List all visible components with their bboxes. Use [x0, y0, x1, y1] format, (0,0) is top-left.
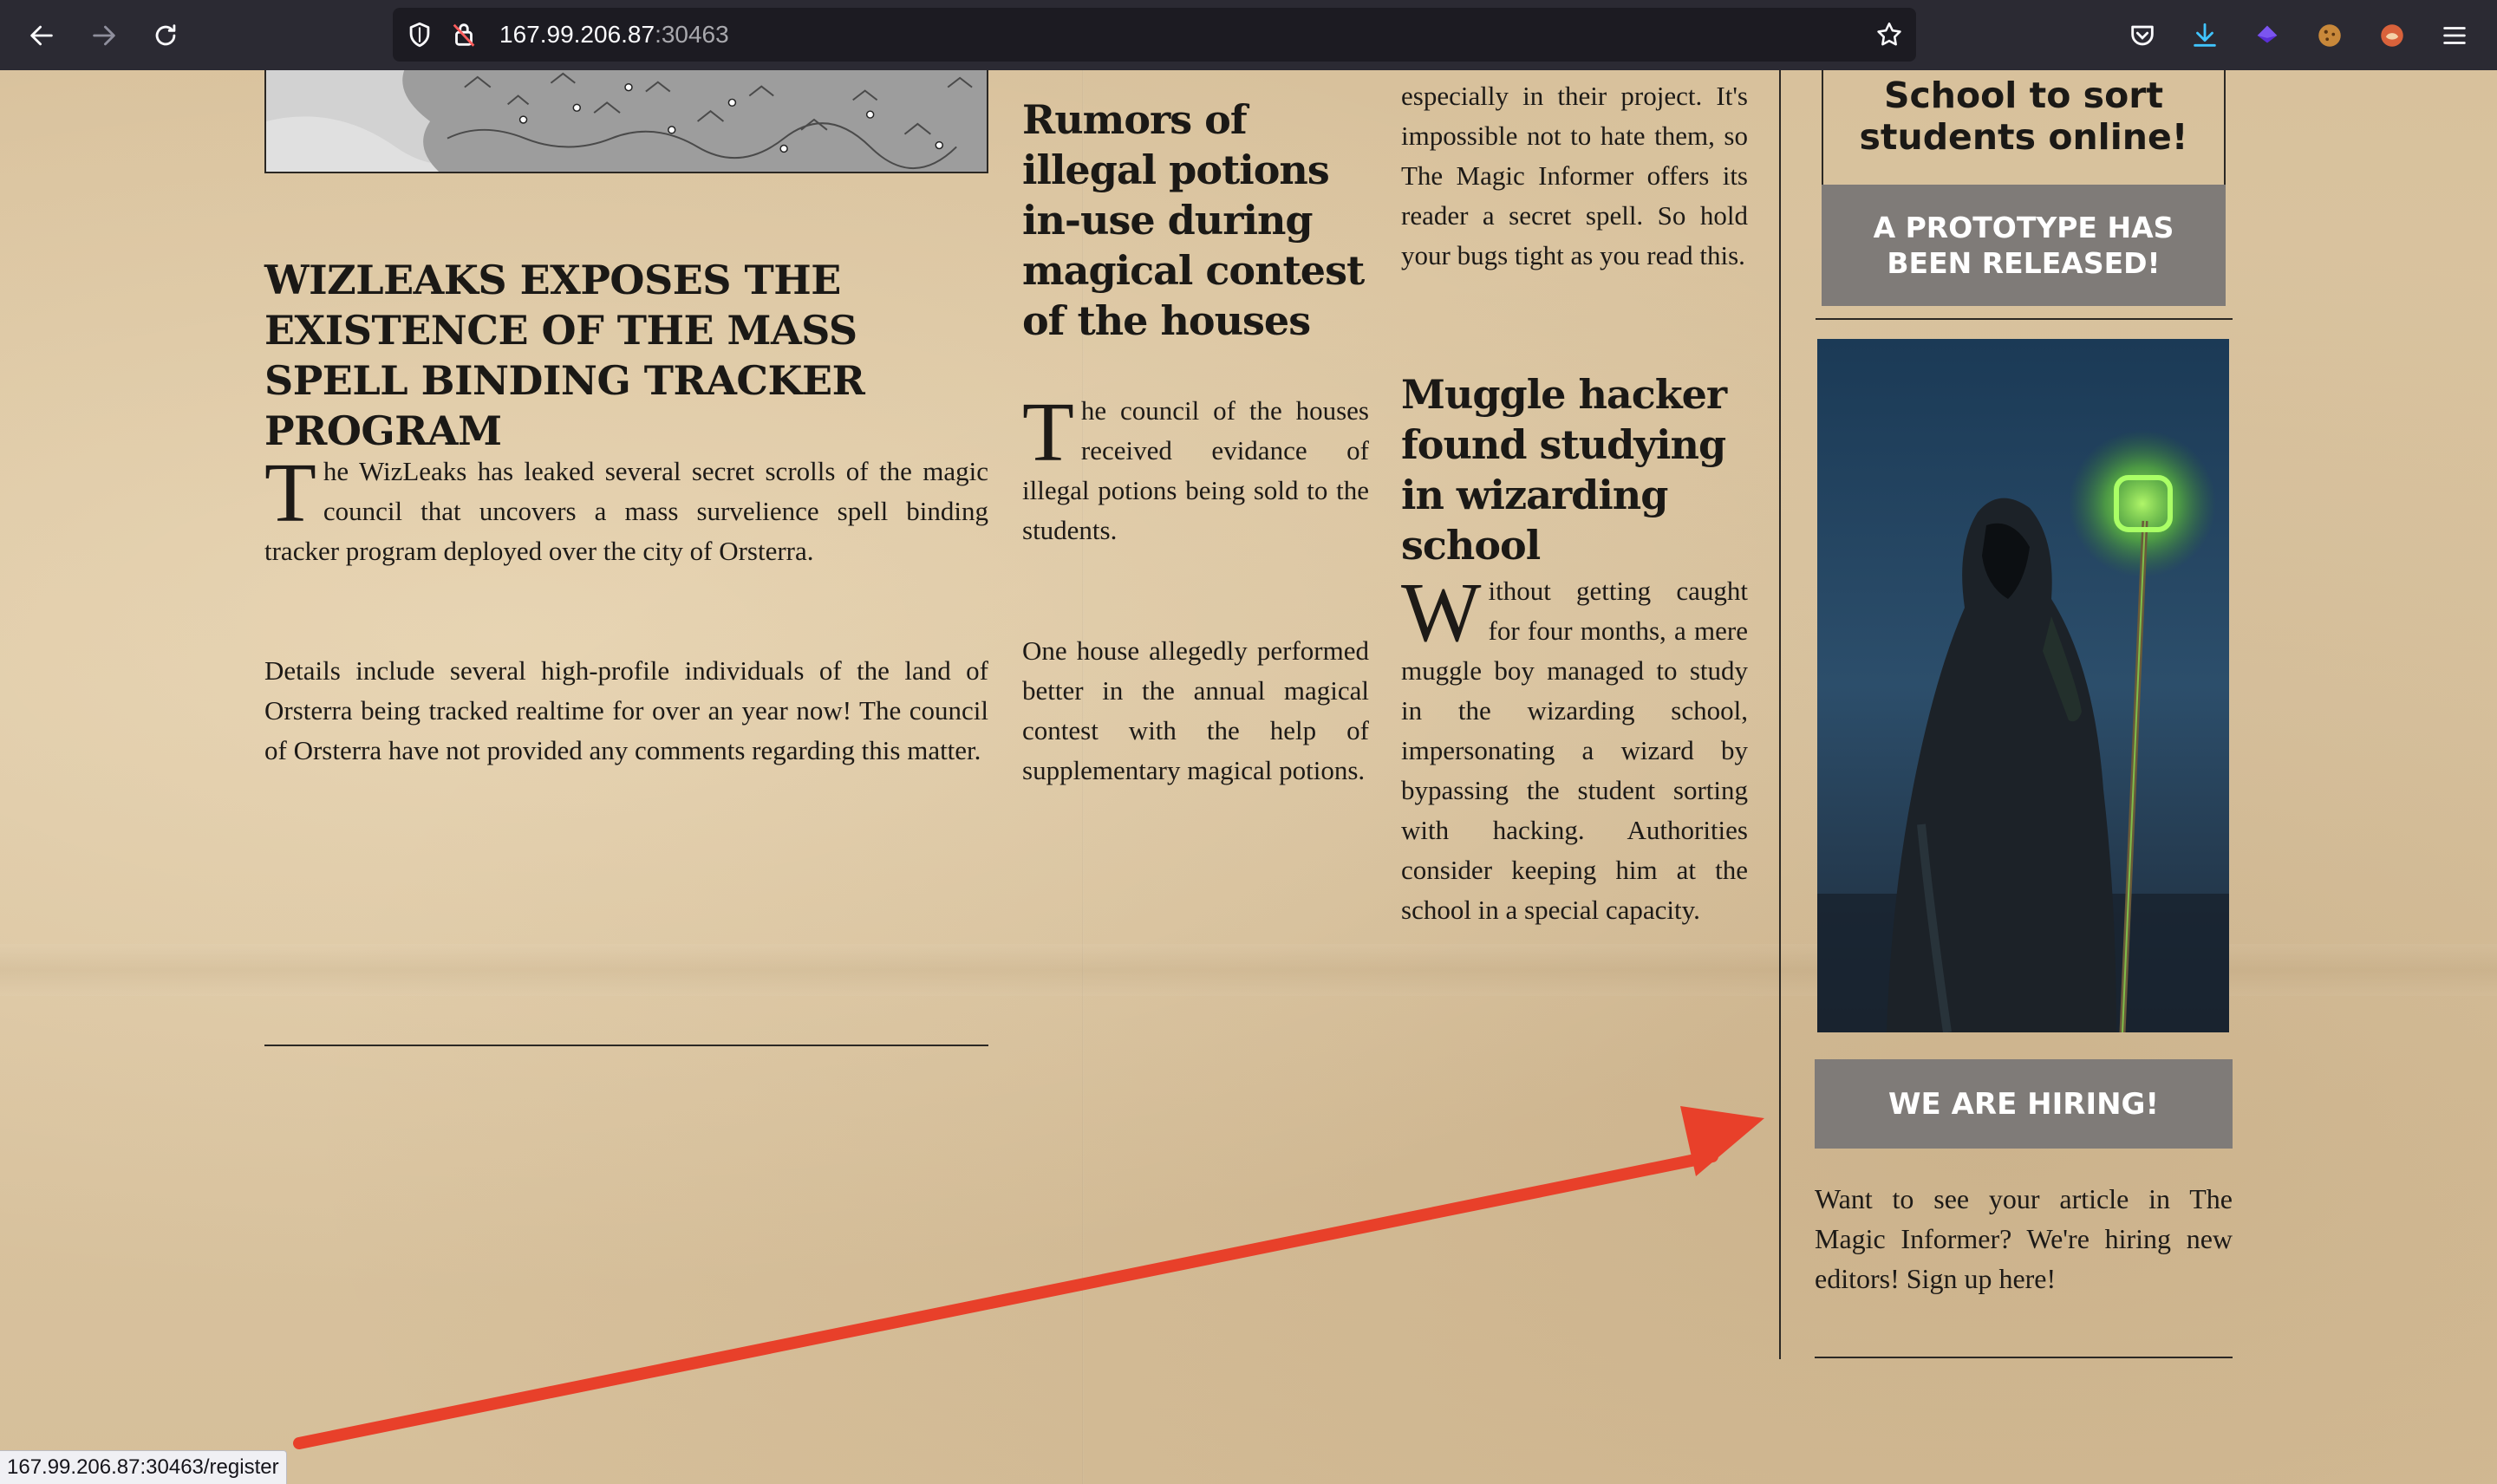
drop-cap: T [264, 446, 316, 540]
back-icon [30, 25, 53, 46]
extension-button-1[interactable] [2246, 14, 2289, 57]
extension-button-2[interactable] [2370, 14, 2414, 57]
shield-icon[interactable] [405, 20, 434, 49]
muggle-paragraph: Without getting caught for four months, … [1401, 566, 1748, 930]
sidebar-rule [1816, 318, 2233, 320]
lock-strikethrough-icon[interactable] [449, 20, 479, 49]
hacker-wizard-image [1817, 339, 2229, 1032]
potions-text: he council of the houses received evidan… [1022, 395, 1369, 545]
avatar-extension-icon [2381, 24, 2403, 47]
browser-toolbar: 167.99.206.87:30463 [0, 0, 2497, 70]
url-host: 167.99.206.87 [499, 21, 655, 48]
column-rule [264, 1045, 988, 1046]
sidebar-rule [1815, 1357, 2233, 1358]
newspaper-page: WIZLEAKS EXPOSES THE EXISTENCE OF THE MA… [0, 70, 2497, 1484]
pocket-button[interactable] [2121, 14, 2164, 57]
star-icon[interactable] [1874, 20, 1904, 49]
prototype-button[interactable]: A PROTOTYPE HAS BEEN RELEASED! [1822, 185, 2226, 306]
potions-paragraph-2: One house allegedly performed better in … [1022, 635, 1369, 785]
status-bar-link-preview: 167.99.206.87:30463/register [0, 1450, 287, 1484]
forward-button[interactable] [82, 14, 126, 57]
download-icon [2194, 23, 2216, 47]
forward-icon [93, 25, 115, 46]
extension-icon [2257, 25, 2278, 43]
menu-button[interactable] [2433, 14, 2476, 57]
map-image [264, 70, 988, 173]
main-article-paragraph-2: Details include several high-profile ind… [264, 655, 988, 765]
potions-paragraph: The council of the houses received evida… [1022, 386, 1369, 550]
drop-cap: W [1401, 566, 1482, 660]
downloads-button[interactable] [2183, 14, 2226, 57]
sidebar-divider [1779, 70, 1781, 1359]
main-article-paragraph: The WizLeaks has leaked several secret s… [264, 446, 988, 571]
main-article-text: he WizLeaks has leaked several secret sc… [264, 456, 988, 566]
menu-icon [2443, 27, 2466, 44]
cookie-icon [2318, 24, 2341, 47]
bugs-article-tail: especially in their project. It's imposs… [1401, 81, 1748, 270]
hiring-button[interactable]: WE ARE HIRING! [1815, 1059, 2233, 1149]
pocket-icon [2131, 25, 2154, 46]
reload-icon [155, 24, 176, 46]
url-port: :30463 [655, 21, 729, 48]
url-text[interactable]: 167.99.206.87:30463 [499, 20, 729, 49]
reload-button[interactable] [144, 14, 187, 57]
muggle-headline: Muggle hacker found studying in wizardin… [1401, 371, 1727, 569]
hiring-text[interactable]: Want to see your article in The Magic In… [1815, 1179, 2233, 1298]
back-button[interactable] [20, 14, 63, 57]
url-bar[interactable]: 167.99.206.87:30463 [393, 8, 1916, 62]
main-headline: WIZLEAKS EXPOSES THE EXISTENCE OF THE MA… [264, 257, 865, 454]
promo-text: School to sort students online! [1859, 75, 2188, 158]
potions-headline: Rumors of illegal potions in-use during … [1022, 96, 1365, 344]
cookie-extension-button[interactable] [2308, 14, 2351, 57]
drop-cap: T [1022, 386, 1074, 479]
